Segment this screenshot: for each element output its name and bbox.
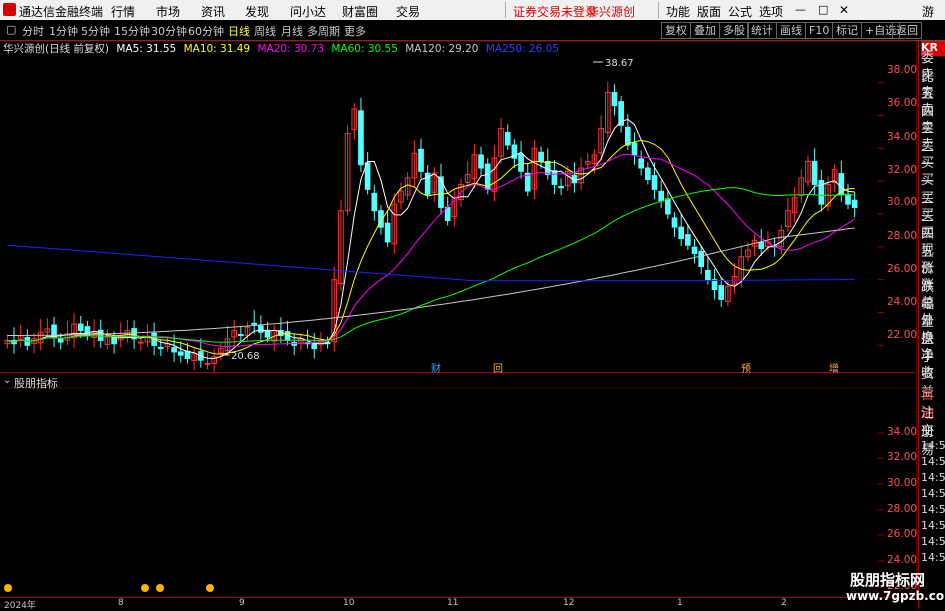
- candle-body: [358, 110, 364, 166]
- candle-body: [718, 285, 725, 300]
- candle-body: [811, 160, 818, 185]
- candle-body: [558, 185, 564, 189]
- axis-label: 26.00: [887, 263, 918, 275]
- watermark-url: www.7gpzb.com: [846, 589, 945, 603]
- watermark-title: 股朋指标网: [850, 571, 926, 589]
- rp-tick-time: 14:5: [921, 551, 945, 564]
- event-marker-forecast[interactable]: 预: [741, 360, 751, 375]
- rp-tick-time: 14:5: [921, 519, 945, 532]
- candle-body: [645, 167, 651, 181]
- time-axis-label: 8: [118, 598, 124, 608]
- candle-body: [698, 250, 705, 268]
- rp-tick-time: 14:5: [921, 439, 945, 452]
- candle-body: [478, 154, 484, 169]
- candle-body: [678, 226, 685, 240]
- axis-label: 24.00: [887, 296, 918, 308]
- candle-body: [538, 151, 544, 162]
- candle-body: [384, 222, 391, 243]
- axis-label: 28.00: [887, 230, 918, 242]
- rp-tick-time: 14:5: [921, 535, 945, 548]
- candle-body: [177, 351, 184, 356]
- panel-toggle-icon[interactable]: ⌄: [3, 375, 11, 386]
- candlestick-chart[interactable]: [0, 0, 945, 609]
- rp-tick-time: 14:5: [921, 487, 945, 500]
- axis-label: 30.00: [887, 196, 918, 208]
- candle-body: [691, 246, 698, 254]
- candle-body: [665, 198, 671, 215]
- candle-body: [624, 126, 631, 146]
- candle-body: [184, 350, 191, 360]
- candle-body: [251, 322, 258, 325]
- axis-label: 34.00: [887, 426, 918, 438]
- candle-body: [137, 341, 144, 344]
- candle-body: [438, 176, 444, 208]
- candle-body: [418, 148, 424, 172]
- axis-label: 26.00: [887, 528, 918, 540]
- candle-body: [638, 158, 644, 169]
- axis-label: 36.00: [887, 97, 918, 109]
- candle-body: [705, 269, 711, 281]
- rp-tick-time: 14:5: [921, 455, 945, 468]
- event-icon: [141, 584, 149, 592]
- event-marker-finance[interactable]: 财: [431, 360, 441, 375]
- axis-label: 30.00: [887, 477, 918, 489]
- candle-body: [851, 199, 858, 208]
- candle-body: [551, 170, 558, 185]
- candle-body: [845, 193, 851, 205]
- time-axis-label: 1: [677, 598, 683, 608]
- candle-body: [711, 279, 718, 291]
- axis-label: 32.00: [887, 164, 918, 176]
- axis-label: 38.00: [887, 64, 918, 76]
- time-axis-label: 2024年: [4, 601, 36, 611]
- candle-body: [658, 190, 665, 202]
- candle-body: [311, 343, 318, 350]
- event-icon: [206, 584, 214, 592]
- time-axis: 2024年 8 9 10 11 12 1 2: [0, 597, 915, 611]
- candle-body: [57, 338, 64, 343]
- axis-label: 32.00: [887, 451, 918, 463]
- event-icon: [4, 584, 12, 592]
- event-marker-increase[interactable]: 增: [829, 360, 839, 375]
- event-icon: [156, 584, 164, 592]
- axis-label: 28.00: [887, 503, 918, 515]
- candle-body: [685, 234, 691, 246]
- axis-label: 22.00: [887, 329, 918, 341]
- candle-body: [611, 91, 618, 107]
- candle-body: [258, 325, 264, 333]
- ma60-line: [7, 187, 855, 343]
- indicator-title[interactable]: 股朋指标: [14, 375, 58, 391]
- candle-body: [204, 362, 211, 365]
- ma20-line: [7, 153, 855, 348]
- axis-label: 34.00: [887, 131, 918, 143]
- axis-label: 24.00: [887, 554, 918, 566]
- time-axis-label: 10: [343, 598, 355, 608]
- high-price-annotation: 38.67: [605, 58, 634, 69]
- rp-tick-time: 14:5: [921, 471, 945, 484]
- time-axis-label: 2: [781, 598, 787, 608]
- time-axis-label: 11: [447, 598, 459, 608]
- candle-body: [504, 132, 511, 146]
- candle-body: [371, 192, 378, 212]
- ma250-line: [7, 244, 855, 282]
- candle-body: [631, 142, 638, 156]
- candle-body: [758, 241, 765, 249]
- low-price-annotation: 20.68: [231, 351, 260, 362]
- candle-body: [651, 175, 658, 190]
- order-book-panel: KR 委比 卖五 卖四 卖三 卖二 卖一 买一 买二 买三 买四 买五 现价 涨…: [918, 41, 945, 609]
- candle-body: [171, 347, 177, 353]
- indicator-panel-header: ⌄ 股朋指标: [0, 372, 915, 391]
- rp-tick-time: 14:5: [921, 503, 945, 516]
- candle-body: [77, 323, 84, 332]
- event-marker-buyback[interactable]: 回: [493, 360, 503, 375]
- candle-body: [518, 153, 524, 172]
- candle-body: [157, 346, 164, 350]
- candle-body: [238, 334, 244, 337]
- time-axis-label: 9: [239, 598, 245, 608]
- time-axis-label: 12: [563, 598, 575, 608]
- candle-body: [671, 217, 678, 228]
